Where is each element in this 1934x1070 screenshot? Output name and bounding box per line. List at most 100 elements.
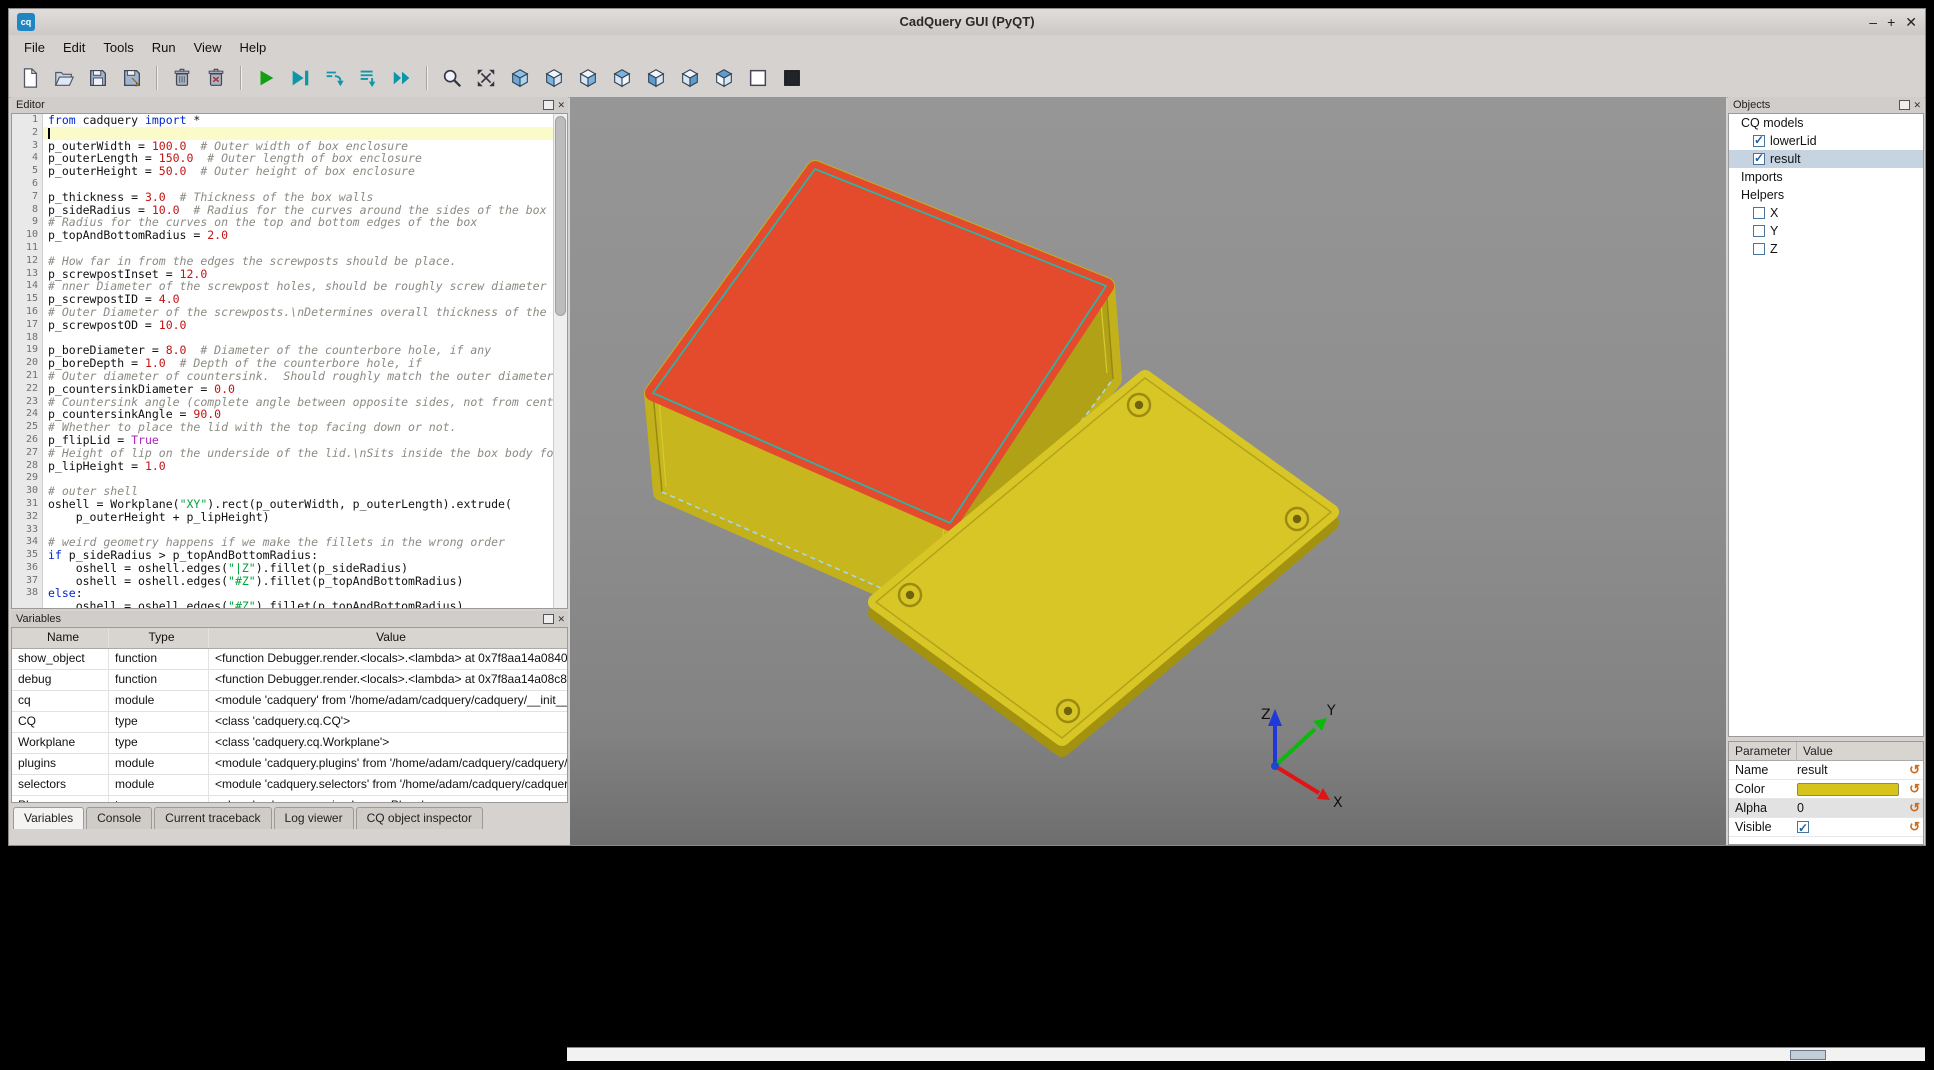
bottom-bar-widget[interactable] — [1790, 1050, 1826, 1060]
editor-panel-header: Editor ✕ — [11, 97, 568, 113]
menu-item-tools[interactable]: Tools — [94, 37, 142, 58]
table-row[interactable]: Workplanetype<class 'cadquery.cq.Workpla… — [12, 733, 567, 754]
objects-close-icon[interactable]: ✕ — [1913, 100, 1921, 110]
table-row[interactable]: Planetype<class 'cadquery.occ_impl.geom.… — [12, 796, 567, 803]
tree-group-helpers[interactable]: Helpers — [1729, 186, 1923, 204]
variables-close-icon[interactable]: ✕ — [557, 614, 565, 624]
zoom-select-button[interactable] — [437, 63, 467, 93]
value-column-header[interactable]: Value — [1797, 742, 1923, 760]
tree-item-x[interactable]: X — [1729, 204, 1923, 222]
right-view-button[interactable] — [675, 63, 705, 93]
table-row[interactable]: debugfunction<function Debugger.render.<… — [12, 670, 567, 691]
tree-item-result[interactable]: result — [1729, 150, 1923, 168]
minimize-icon[interactable]: – — [1869, 15, 1877, 29]
iso-view-button[interactable] — [505, 63, 535, 93]
delete-selected-button[interactable] — [167, 63, 197, 93]
bottom-view-button[interactable] — [709, 63, 739, 93]
table-row[interactable]: CQtype<class 'cadquery.cq.CQ'> — [12, 712, 567, 733]
objects-tree: CQ modelslowerLidresultImportsHelpersXYZ — [1728, 113, 1924, 737]
open-file-button[interactable] — [49, 63, 79, 93]
table-row[interactable]: cqmodule<module 'cadquery' from '/home/a… — [12, 691, 567, 712]
checkbox[interactable] — [1753, 207, 1765, 219]
table-row[interactable]: selectorsmodule<module 'cadquery.selecto… — [12, 775, 567, 796]
maximize-icon[interactable]: + — [1887, 15, 1895, 29]
line-number: 22 — [12, 383, 42, 396]
checkbox[interactable] — [1753, 243, 1765, 255]
front-view-button[interactable] — [539, 63, 569, 93]
table-row[interactable]: show_objectfunction<function Debugger.re… — [12, 649, 567, 670]
shaded-view-button[interactable] — [777, 63, 807, 93]
tab-current-traceback[interactable]: Current traceback — [154, 807, 271, 829]
line-number: 26 — [12, 434, 42, 447]
code-line[interactable]: p_topAndBottomRadius = 2.0 — [43, 229, 554, 242]
menu-item-file[interactable]: File — [15, 37, 54, 58]
menu-item-help[interactable]: Help — [231, 37, 276, 58]
reset-icon[interactable]: ↺ — [1909, 800, 1920, 816]
menu-item-edit[interactable]: Edit — [54, 37, 94, 58]
reset-icon[interactable]: ↺ — [1909, 819, 1920, 835]
code-line[interactable]: p_lipHeight = 1.0 — [43, 460, 554, 473]
step-next-button[interactable] — [353, 63, 383, 93]
new-file-button[interactable] — [15, 63, 45, 93]
wireframe-view-button[interactable] — [743, 63, 773, 93]
code-line[interactable]: oshell = oshell.edges("#Z").fillet(p_top… — [43, 575, 554, 588]
tree-group-imports[interactable]: Imports — [1729, 168, 1923, 186]
code-line[interactable]: oshell = oshell.edges("#Z").fillet(p_top… — [43, 600, 554, 608]
checkbox[interactable] — [1797, 821, 1809, 833]
code-line[interactable]: p_outerHeight = 50.0 # Outer height of b… — [43, 165, 554, 178]
tree-item-lowerlid[interactable]: lowerLid — [1729, 132, 1923, 150]
tree-item-z[interactable]: Z — [1729, 240, 1923, 258]
parameter-row-alpha[interactable]: Alpha0↺ — [1729, 799, 1923, 818]
line-number: 8 — [12, 204, 42, 217]
color-swatch[interactable] — [1797, 783, 1899, 796]
tab-log-viewer[interactable]: Log viewer — [274, 807, 354, 829]
tree-group-cq-models[interactable]: CQ models — [1729, 114, 1923, 132]
variables-column-header[interactable]: Type — [109, 628, 209, 648]
reset-icon[interactable]: ↺ — [1909, 781, 1920, 797]
variables-column-header[interactable]: Name — [12, 628, 109, 648]
parameter-row-color[interactable]: Color↺ — [1729, 780, 1923, 799]
checkbox[interactable] — [1753, 135, 1765, 147]
parameter-column-header[interactable]: Parameter — [1729, 742, 1797, 760]
tab-console[interactable]: Console — [86, 807, 152, 829]
parameter-row-name[interactable]: Nameresult↺ — [1729, 761, 1923, 780]
editor-close-icon[interactable]: ✕ — [557, 100, 565, 110]
run-to-end-button[interactable] — [387, 63, 417, 93]
menu-item-run[interactable]: Run — [143, 37, 185, 58]
editor-float-icon[interactable] — [543, 100, 554, 110]
tab-cq-object-inspector[interactable]: CQ object inspector — [356, 807, 483, 829]
editor-scrollbar[interactable] — [553, 114, 567, 608]
save-as-button[interactable] — [117, 63, 147, 93]
objects-float-icon[interactable] — [1899, 100, 1910, 110]
delete-all-button[interactable] — [201, 63, 231, 93]
variables-column-header[interactable]: Value — [209, 628, 567, 648]
code-editor[interactable]: 1234567891011121314151617181920212223242… — [11, 113, 568, 609]
fit-all-button[interactable] — [471, 63, 501, 93]
code-line[interactable]: from cadquery import * — [43, 114, 554, 127]
debug-script-button[interactable] — [285, 63, 315, 93]
close-icon[interactable]: ✕ — [1905, 15, 1917, 29]
table-row[interactable]: pluginsmodule<module 'cadquery.plugins' … — [12, 754, 567, 775]
reset-icon[interactable]: ↺ — [1909, 762, 1920, 778]
variables-float-icon[interactable] — [543, 614, 554, 624]
parameter-row-visible[interactable]: Visible↺ — [1729, 818, 1923, 837]
editor-dock-buttons: ✕ — [543, 100, 568, 110]
left-view-button[interactable] — [641, 63, 671, 93]
title-bar[interactable]: cq CadQuery GUI (PyQT) – + ✕ — [9, 9, 1925, 36]
code-line[interactable]: p_screwpostOD = 10.0 — [43, 319, 554, 332]
code-line[interactable]: p_outerHeight + p_lipHeight) — [43, 511, 554, 524]
tab-variables[interactable]: Variables — [13, 807, 84, 829]
tree-item-y[interactable]: Y — [1729, 222, 1923, 240]
run-script-button[interactable] — [251, 63, 281, 93]
line-number: 15 — [12, 293, 42, 306]
save-button[interactable] — [83, 63, 113, 93]
top-view-button[interactable] — [607, 63, 637, 93]
objects-dock-buttons: ✕ — [1899, 100, 1924, 110]
step-button[interactable] — [319, 63, 349, 93]
checkbox[interactable] — [1753, 225, 1765, 237]
back-view-button[interactable] — [573, 63, 603, 93]
checkbox[interactable] — [1753, 153, 1765, 165]
editor-scrollbar-thumb[interactable] — [555, 116, 566, 316]
menu-item-view[interactable]: View — [185, 37, 231, 58]
viewport-3d[interactable]: Z Y X — [570, 97, 1726, 845]
